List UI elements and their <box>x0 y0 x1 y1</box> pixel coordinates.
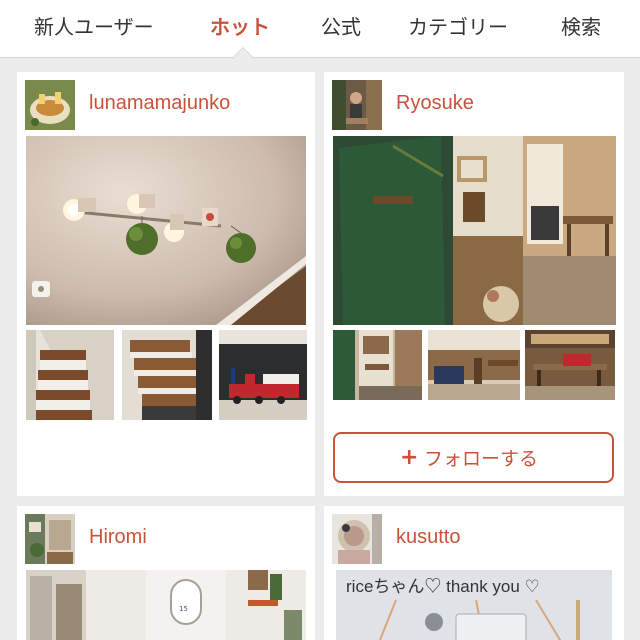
post-card[interactable]: Hiromi 15 <box>17 506 315 640</box>
post-card[interactable]: kusutto riceちゃん♡ thank you ♡ <box>324 506 624 640</box>
tab-new-users[interactable]: 新人ユーザー <box>34 12 154 42</box>
photo-caption: riceちゃん♡ thank you ♡ <box>346 577 540 596</box>
username[interactable]: kusutto <box>396 526 460 549</box>
post-photo-thumb[interactable] <box>525 330 615 400</box>
tab-search[interactable]: 検索 <box>561 12 601 42</box>
active-tab-caret <box>232 48 254 59</box>
username[interactable]: Ryosuke <box>396 92 474 115</box>
post-photo-thumb[interactable] <box>26 330 114 420</box>
post-photo-main[interactable] <box>26 136 306 325</box>
avatar[interactable] <box>332 514 382 564</box>
tab-hot[interactable]: ホット <box>210 12 270 42</box>
post-card[interactable]: Ryosuke + フォローする <box>324 72 624 496</box>
post-photo-main[interactable] <box>333 136 616 325</box>
avatar[interactable] <box>25 80 75 130</box>
follow-button-label: フォローする <box>424 448 539 470</box>
post-photo-main[interactable]: 15 <box>26 570 306 640</box>
clock-number: 15 <box>179 605 188 613</box>
username[interactable]: Hiromi <box>89 526 147 549</box>
post-photo-main[interactable]: riceちゃん♡ thank you ♡ <box>336 570 612 640</box>
tab-category[interactable]: カテゴリー <box>408 12 508 42</box>
top-nav: 新人ユーザー ホット 公式 カテゴリー 検索 <box>0 0 640 58</box>
tab-official[interactable]: 公式 <box>321 12 361 42</box>
post-photo-thumb[interactable] <box>122 330 212 420</box>
avatar[interactable] <box>25 514 75 564</box>
post-photo-thumb[interactable] <box>333 330 422 400</box>
post-card[interactable]: lunamamajunko <box>17 72 315 496</box>
avatar[interactable] <box>332 80 382 130</box>
post-photo-thumb[interactable] <box>219 330 307 420</box>
post-photo-thumb[interactable] <box>428 330 520 400</box>
plus-icon: + <box>400 445 419 470</box>
follow-button[interactable]: + フォローする <box>333 432 614 483</box>
username[interactable]: lunamamajunko <box>89 92 230 115</box>
